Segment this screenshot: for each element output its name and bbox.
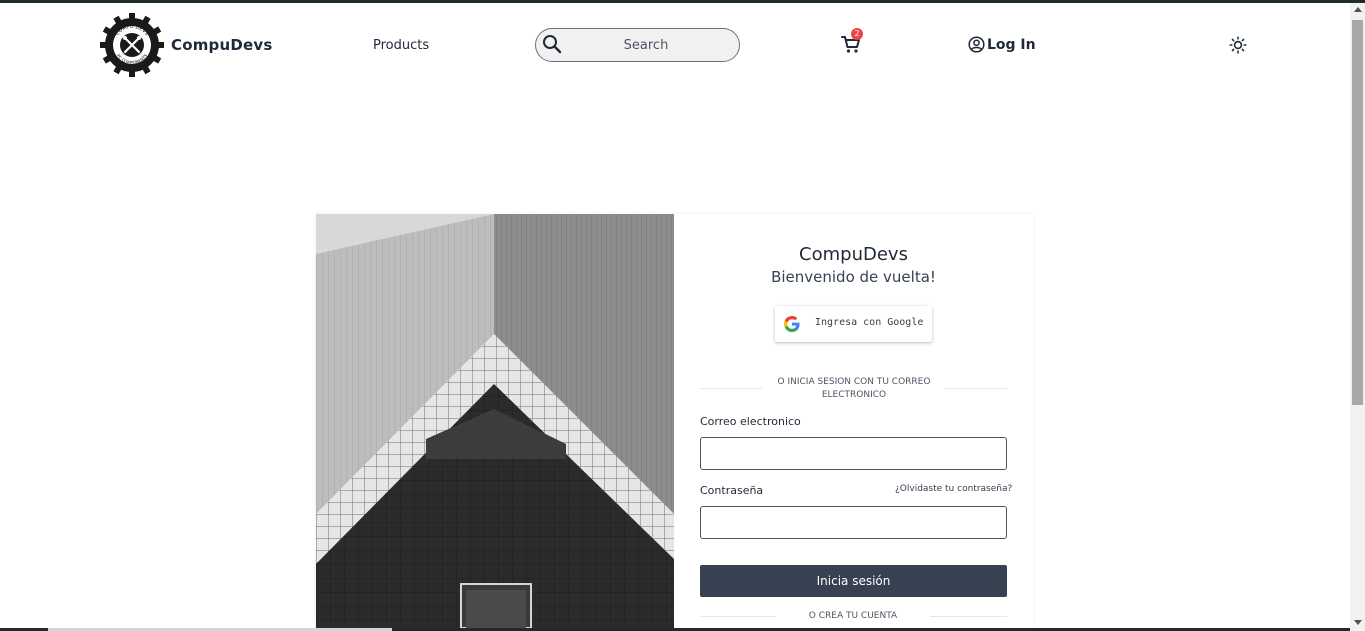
- divider-email-line1: O INICIA SESION CON TU CORREO: [777, 377, 931, 387]
- building-photo: [316, 214, 674, 628]
- search-bar[interactable]: [535, 28, 740, 62]
- navbar: COMPU DEVS PC COMPONENTS CompuDevs Produ…: [0, 3, 1350, 85]
- divider-line-left: [700, 388, 762, 389]
- signup-divider-line-right: [930, 616, 1007, 617]
- form-brand-title: CompuDevs: [799, 244, 908, 265]
- scroll-down-arrow-icon[interactable]: [1354, 620, 1362, 625]
- login-form: CompuDevs Bienvenido de vuelta! Ingresa …: [674, 214, 1033, 628]
- login-link[interactable]: Log In: [968, 36, 1036, 53]
- forgot-password-link[interactable]: ¿Olvidaste tu contraseña?: [895, 484, 1012, 494]
- signup-divider-line-left: [700, 616, 776, 617]
- welcome-message: Bienvenido de vuelta!: [771, 268, 936, 286]
- login-submit-button[interactable]: Inicia sesión: [700, 565, 1007, 597]
- scroll-up-arrow-icon[interactable]: [1354, 7, 1362, 12]
- password-label: Contraseña: [700, 484, 764, 497]
- page-scrollbar[interactable]: [1350, 3, 1365, 631]
- sun-icon[interactable]: [1229, 36, 1247, 54]
- gear-logo-icon: COMPU DEVS PC COMPONENTS: [100, 13, 164, 77]
- login-card: CompuDevs Bienvenido de vuelta! Ingresa …: [316, 214, 1033, 628]
- user-circle-icon: [968, 36, 985, 53]
- google-signin-button[interactable]: Ingresa con Google: [775, 306, 932, 342]
- nav-products-link[interactable]: Products: [373, 38, 429, 53]
- divider-line-right: [944, 388, 1007, 389]
- email-label: Correo electronico: [700, 415, 801, 428]
- signup-divider-text: O CREA TU CUENTA: [808, 611, 898, 621]
- google-signin-label: Ingresa con Google: [815, 317, 924, 328]
- google-icon: [784, 316, 800, 332]
- search-icon[interactable]: [542, 34, 562, 54]
- brand-name[interactable]: CompuDevs: [171, 36, 273, 54]
- logo[interactable]: COMPU DEVS PC COMPONENTS: [100, 13, 164, 77]
- login-label: Log In: [987, 36, 1036, 53]
- divider-email-line2: ELECTRONICO: [821, 390, 887, 400]
- email-field[interactable]: [700, 437, 1007, 470]
- scroll-thumb[interactable]: [1352, 20, 1363, 405]
- divider-email-text: O INICIA SESION CON TU CORREO ELECTRONIC…: [770, 376, 938, 402]
- search-input[interactable]: [566, 33, 726, 57]
- cart-count-badge: 2: [851, 28, 863, 40]
- password-field[interactable]: [700, 506, 1007, 539]
